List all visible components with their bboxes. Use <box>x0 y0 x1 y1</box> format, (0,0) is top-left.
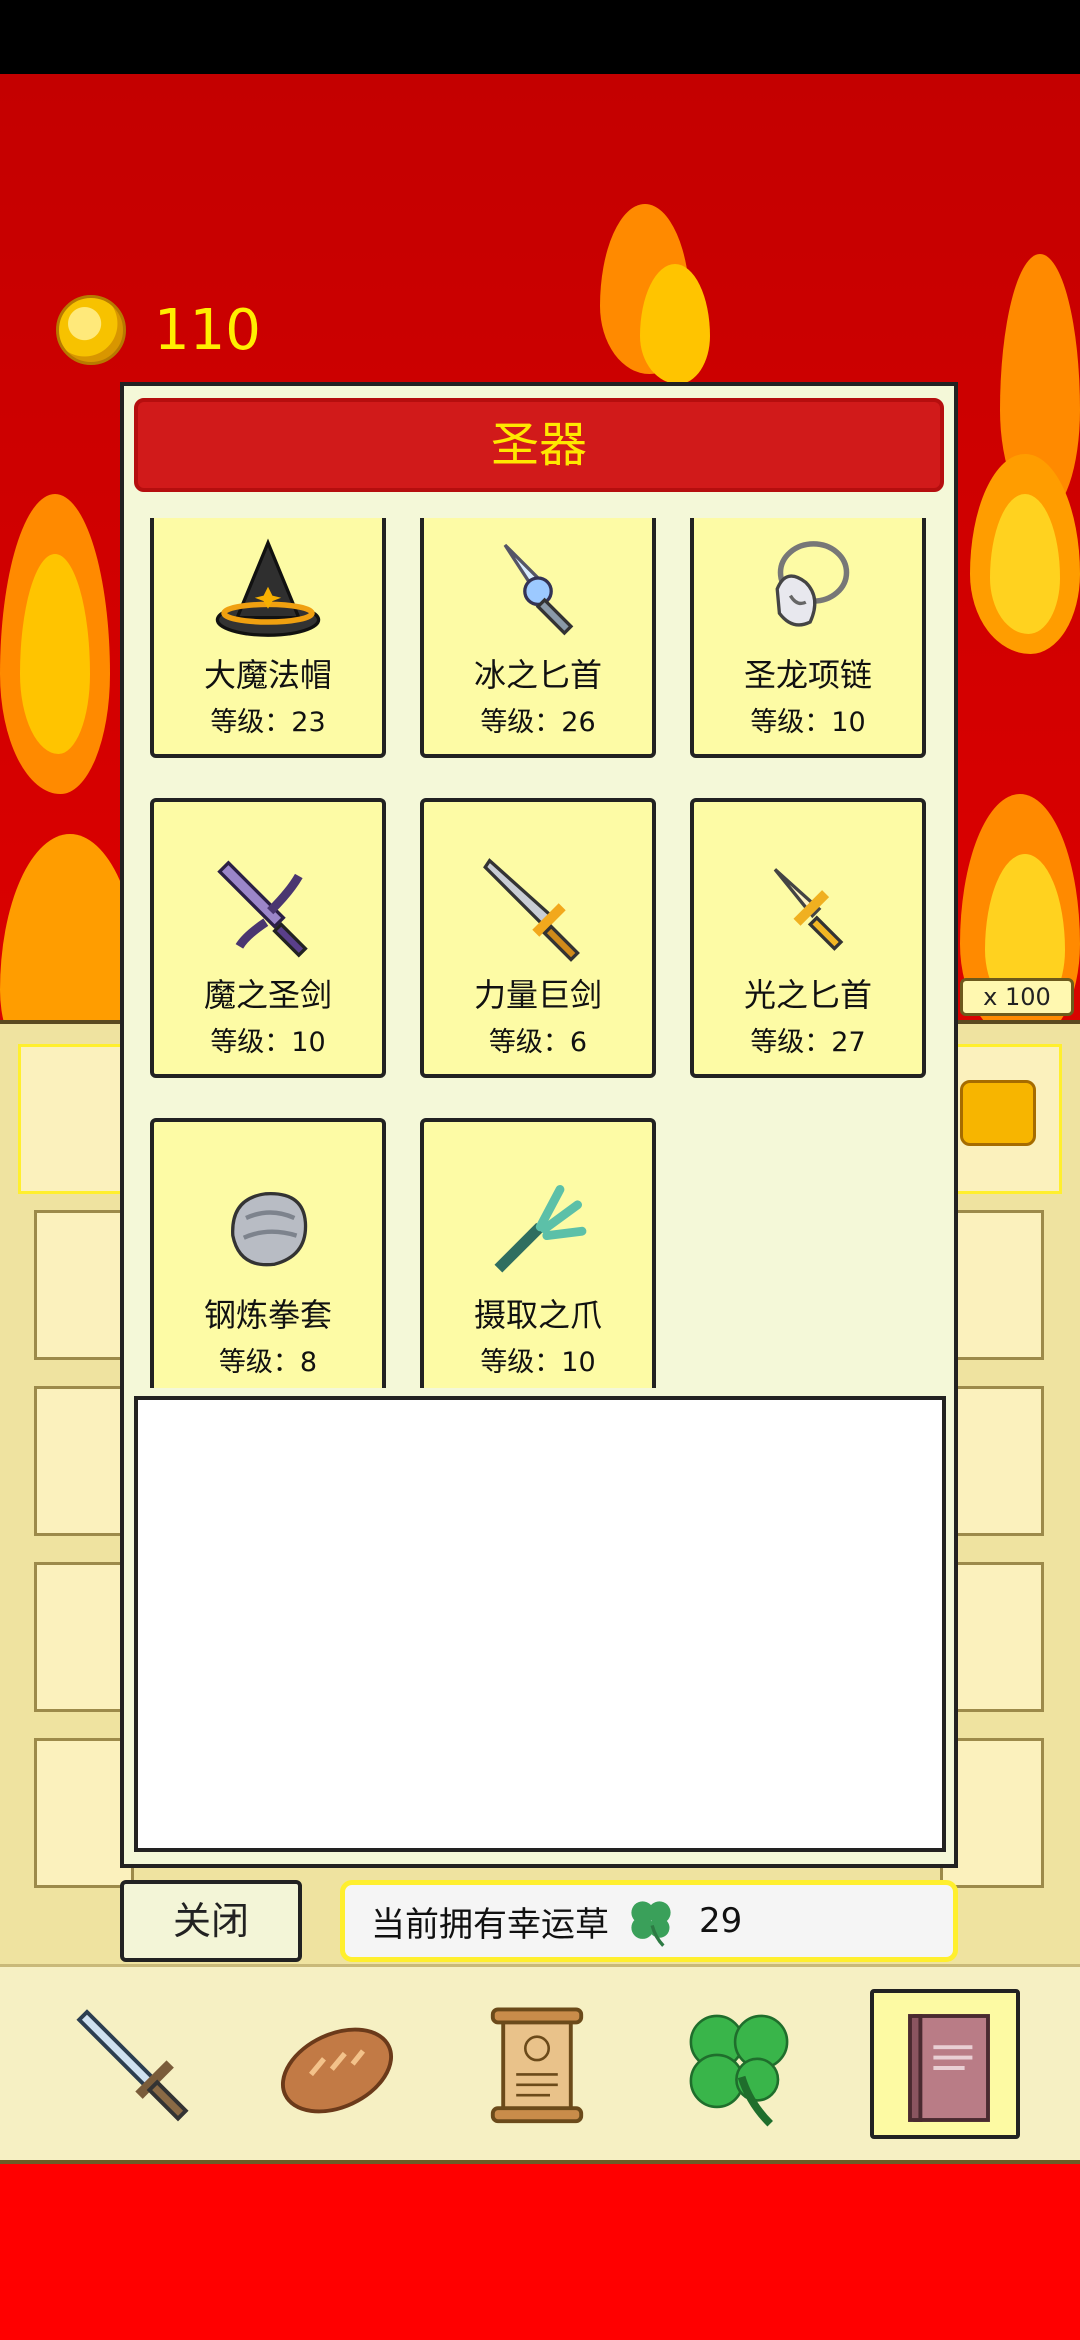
item-level: 等级：6 <box>488 1027 588 1058</box>
item-name: 摄取之爪 <box>473 1296 602 1334</box>
item-level: 等级：27 <box>750 1027 866 1058</box>
multiplier-badge: x 100 <box>960 978 1074 1016</box>
item-name: 圣龙项链 <box>743 656 872 694</box>
item-card[interactable]: 大魔法帽 等级：23 <box>150 518 386 758</box>
ice-dagger-icon <box>503 543 574 636</box>
clover-icon <box>631 1901 671 1947</box>
bottom-nav <box>0 1964 1080 2164</box>
item-card[interactable]: 魔之圣剑 等级：10 <box>150 798 386 1078</box>
close-button[interactable]: 关闭 <box>120 1880 302 1962</box>
item-name: 魔之圣剑 <box>203 976 332 1014</box>
dialog-title: 圣器 <box>134 398 944 492</box>
nav-food[interactable] <box>262 1989 412 2139</box>
nav-scrolls[interactable] <box>462 1989 612 2139</box>
steel-gauntlet-icon <box>231 1192 308 1267</box>
item-name: 力量巨剑 <box>473 976 602 1014</box>
item-name: 钢炼拳套 <box>203 1296 332 1334</box>
item-level: 等级：10 <box>750 707 866 738</box>
dragon-necklace-icon <box>775 541 850 627</box>
gold-counter: 110 <box>56 290 261 370</box>
item-name: 光之匕首 <box>743 976 872 1014</box>
item-level: 等级：23 <box>210 707 326 738</box>
nav-clover[interactable] <box>664 1989 814 2139</box>
light-dagger-icon <box>773 868 844 951</box>
item-name: 冰之匕首 <box>473 656 602 694</box>
item-description-box <box>134 1396 946 1852</box>
clover-count-bar: 当前拥有幸运草 29 <box>340 1880 958 1962</box>
cheese-icon <box>960 1080 1036 1146</box>
item-level: 等级：8 <box>218 1347 318 1378</box>
bread-icon <box>280 2027 394 2114</box>
sword-icon <box>76 2009 189 2122</box>
scroll-icon <box>490 2007 584 2124</box>
gold-value: 110 <box>154 297 261 363</box>
item-name: 大魔法帽 <box>203 656 332 694</box>
item-card[interactable]: 圣龙项链 等级：10 <box>690 518 926 758</box>
items-grid[interactable]: 大魔法帽 等级：23 冰之匕首 等级：26 圣龙项链 等级：10 魔之圣剑 等级… <box>124 518 954 1388</box>
item-level: 等级：10 <box>210 1027 326 1058</box>
coin-icon <box>56 295 126 365</box>
item-level: 等级：26 <box>480 707 596 738</box>
item-card[interactable]: 摄取之爪 等级：10 <box>420 1118 656 1388</box>
great-sword-icon <box>483 858 580 962</box>
item-card[interactable]: 钢炼拳套 等级：8 <box>150 1118 386 1388</box>
claw-icon <box>494 1185 587 1273</box>
holy-items-dialog: 圣器 大魔法帽 等级：23 冰之匕首 等级：26 圣龙项链 等级：10 魔之圣剑… <box>120 382 958 1868</box>
clover-count: 29 <box>699 1901 743 1941</box>
status-bar <box>0 0 1080 74</box>
item-level: 等级：10 <box>480 1347 596 1378</box>
nav-weapons[interactable] <box>64 1989 214 2139</box>
demon-sword-icon <box>217 860 308 958</box>
clover-icon <box>689 2014 789 2127</box>
item-card[interactable]: 光之匕首 等级：27 <box>690 798 926 1078</box>
item-card[interactable]: 冰之匕首 等级：26 <box>420 518 656 758</box>
nav-book[interactable] <box>870 1989 1020 2139</box>
clover-label: 当前拥有幸运草 <box>371 1904 609 1945</box>
wizard-hat-icon <box>215 538 321 637</box>
item-card[interactable]: 力量巨剑 等级：6 <box>420 798 656 1078</box>
book-icon <box>908 2014 990 2122</box>
